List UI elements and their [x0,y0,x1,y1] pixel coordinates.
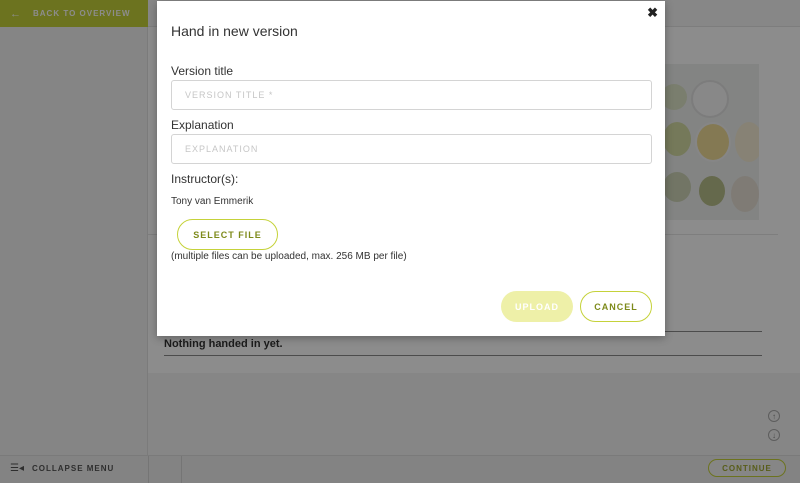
instructors-label: Instructor(s): [171,172,239,186]
version-title-input[interactable] [171,80,652,110]
upload-button[interactable]: UPLOAD [501,291,573,322]
upload-hint: (multiple files can be uploaded, max. 25… [171,251,407,262]
version-title-label: Version title [171,64,234,78]
modal-title: Hand in new version [171,23,298,39]
cancel-button[interactable]: CANCEL [580,291,652,322]
instructor-name: Tony van Emmerik [171,196,254,207]
explanation-label: Explanation [171,118,234,132]
hand-in-modal: ✖ Hand in new version Version title Expl… [157,1,665,336]
select-file-button[interactable]: SELECT FILE [177,219,278,250]
explanation-input[interactable] [171,134,652,164]
close-icon[interactable]: ✖ [647,5,658,21]
